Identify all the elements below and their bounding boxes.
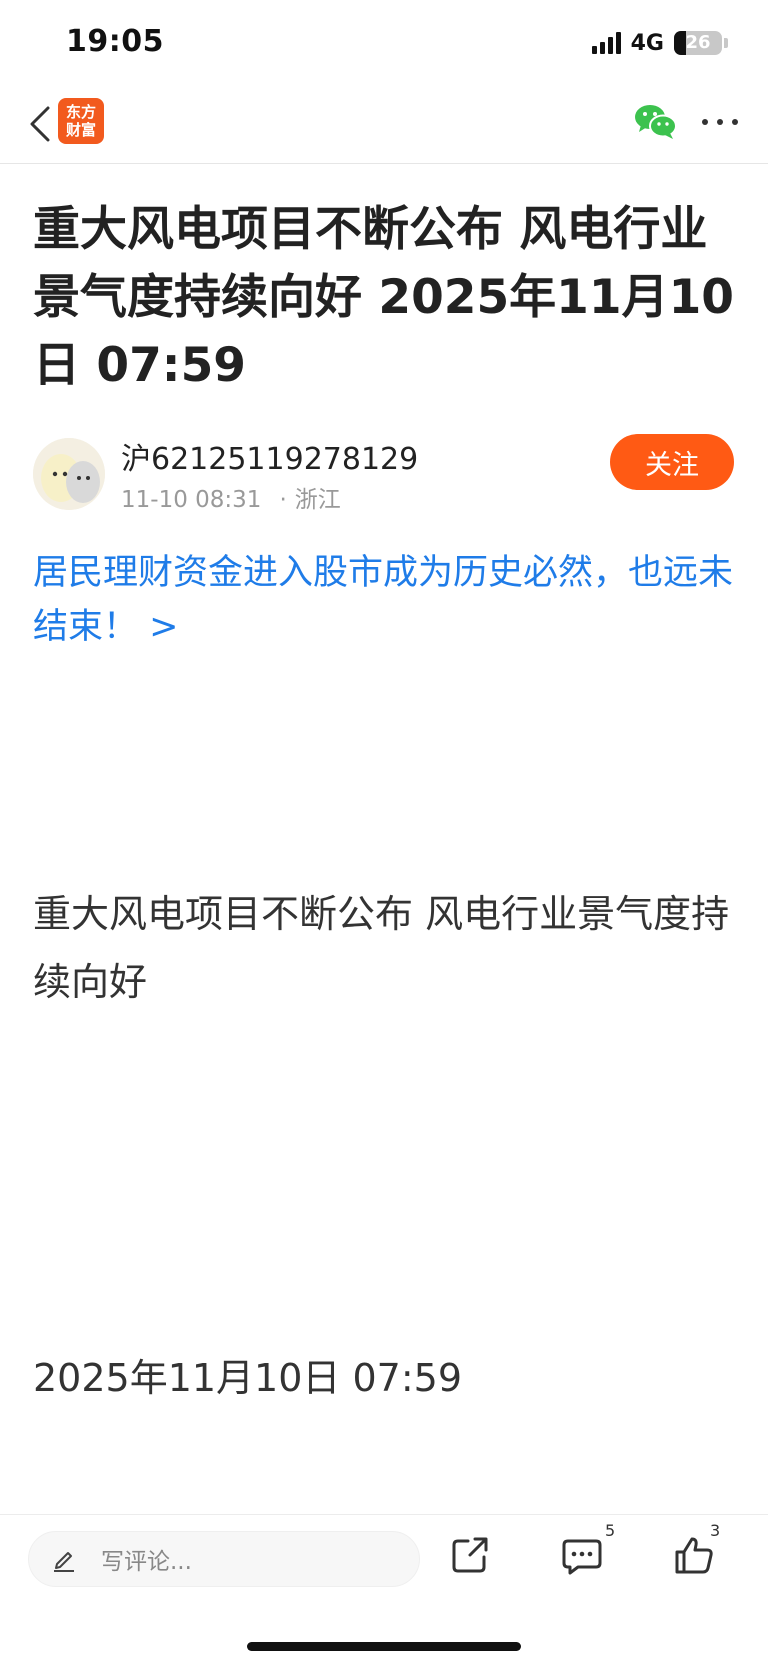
comment-count: 5 <box>605 1521 616 1540</box>
more-button[interactable] <box>702 104 738 140</box>
bottom-action-bar: 写评论... 5 3 <box>0 1514 768 1663</box>
logo-text-bottom: 财富 <box>65 121 96 139</box>
nav-bar: 东方 财富 <box>0 84 768 164</box>
author-row: 沪62125119278129 11-10 08:31 · 浙江 关注 <box>33 432 737 513</box>
battery-cap <box>724 38 728 48</box>
chevron-left-icon <box>30 106 50 142</box>
like-button[interactable]: 3 <box>672 1521 722 1583</box>
wechat-share-button[interactable] <box>634 102 678 142</box>
more-dot <box>702 119 708 125</box>
share-icon <box>452 1537 488 1573</box>
author-meta: 11-10 08:31 · 浙江 <box>121 480 341 514</box>
network-type: 4G <box>630 30 664 56</box>
more-dot <box>732 119 738 125</box>
logo-text-top: 东方 <box>65 103 96 121</box>
status-time: 19:05 <box>66 24 164 59</box>
battery-level: 26 <box>685 32 711 53</box>
post-time: 11-10 08:31 <box>121 487 262 513</box>
comments-button[interactable]: 5 <box>560 1521 615 1583</box>
comment-bubble-icon <box>562 1539 602 1575</box>
share-button[interactable] <box>448 1533 498 1583</box>
pen-icon <box>54 1552 74 1572</box>
avatar-image <box>33 438 105 510</box>
signal-icon <box>591 32 621 54</box>
back-button[interactable] <box>22 102 58 146</box>
like-count: 3 <box>710 1521 721 1540</box>
app-logo[interactable]: 东方 财富 <box>58 98 104 144</box>
meta-separator: · <box>279 487 287 513</box>
comment-placeholder: 写评论... <box>101 1549 192 1575</box>
author-name[interactable]: 沪62125119278129 <box>121 434 418 478</box>
post-location: 浙江 <box>294 487 341 513</box>
more-dot <box>717 119 723 125</box>
status-indicators: 4G 26 <box>591 28 728 58</box>
promo-link[interactable]: 居民理财资金进入股市成为历史必然，也远未结束！ > <box>33 546 737 654</box>
battery-icon: 26 <box>674 31 722 55</box>
home-indicator[interactable] <box>247 1642 521 1651</box>
article-title: 重大风电项目不断公布 风电行业景气度持续向好 2025年11月10日 07:59 <box>33 202 734 393</box>
follow-button[interactable]: 关注 <box>610 434 734 490</box>
wechat-icon <box>635 105 677 139</box>
author-avatar[interactable] <box>33 438 105 510</box>
comment-input[interactable]: 写评论... <box>28 1531 420 1587</box>
article-date: 2025年11月10日 07:59 <box>33 1356 463 1400</box>
status-bar: 19:05 4G 26 <box>0 0 768 84</box>
article-body: 重大风电项目不断公布 风电行业景气度持续向好 <box>33 892 730 1004</box>
